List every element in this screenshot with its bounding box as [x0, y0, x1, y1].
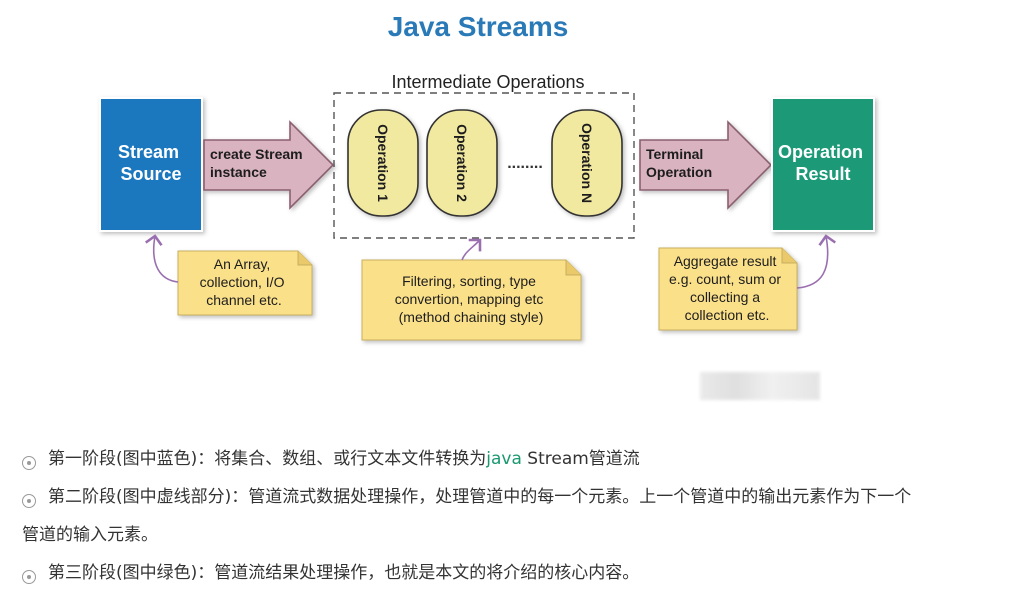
bullet-stage-2-text: 第二阶段(图中虚线部分)：管道流式数据处理操作，处理管道中的每一个元素。上一个管… — [48, 487, 912, 507]
operation-1-label: Operation 1 — [375, 124, 391, 202]
operation-n-label: Operation N — [579, 123, 595, 203]
intermediate-label: Intermediate Operations — [391, 72, 584, 92]
java-highlight: java — [486, 449, 522, 469]
bullet-stage-2: 第二阶段(图中虚线部分)：管道流式数据处理操作，处理管道中的每一个元素。上一个管… — [22, 478, 1007, 516]
bullet-stage-1-text: 第一阶段(图中蓝色)：将集合、数组、或行文本文件转换为java Stream管道… — [48, 449, 640, 469]
bullet-icon — [22, 570, 36, 584]
note-intermediate-text: Filtering, sorting, type convertion, map… — [395, 273, 548, 325]
connector-result — [796, 234, 837, 289]
connector-intermediate — [461, 238, 482, 261]
bullet-stage-1: 第一阶段(图中蓝色)：将集合、数组、或行文本文件转换为java Stream管道… — [22, 440, 1007, 478]
blurred-watermark — [700, 372, 820, 400]
operation-2-label: Operation 2 — [454, 124, 470, 202]
java-streams-diagram: Java Streams Intermediate Operations Str… — [99, 11, 875, 341]
bullet-stage-3: 第三阶段(图中绿色)：管道流结果处理操作，也就是本文的将介绍的核心内容。 — [22, 554, 1007, 592]
connector-source — [145, 234, 179, 283]
stage-description-list: 第一阶段(图中蓝色)：将集合、数组、或行文本文件转换为java Stream管道… — [22, 440, 1007, 592]
diagram-title: Java Streams — [388, 11, 569, 42]
operations-ellipsis: ........ — [507, 155, 543, 172]
bullet-stage-2-continuation: 管道的输入元素。 — [22, 525, 158, 545]
bullet-stage-3-text: 第三阶段(图中绿色)：管道流结果处理操作，也就是本文的将介绍的核心内容。 — [48, 563, 640, 583]
bullet-icon — [22, 494, 36, 508]
bullet-icon — [22, 456, 36, 470]
